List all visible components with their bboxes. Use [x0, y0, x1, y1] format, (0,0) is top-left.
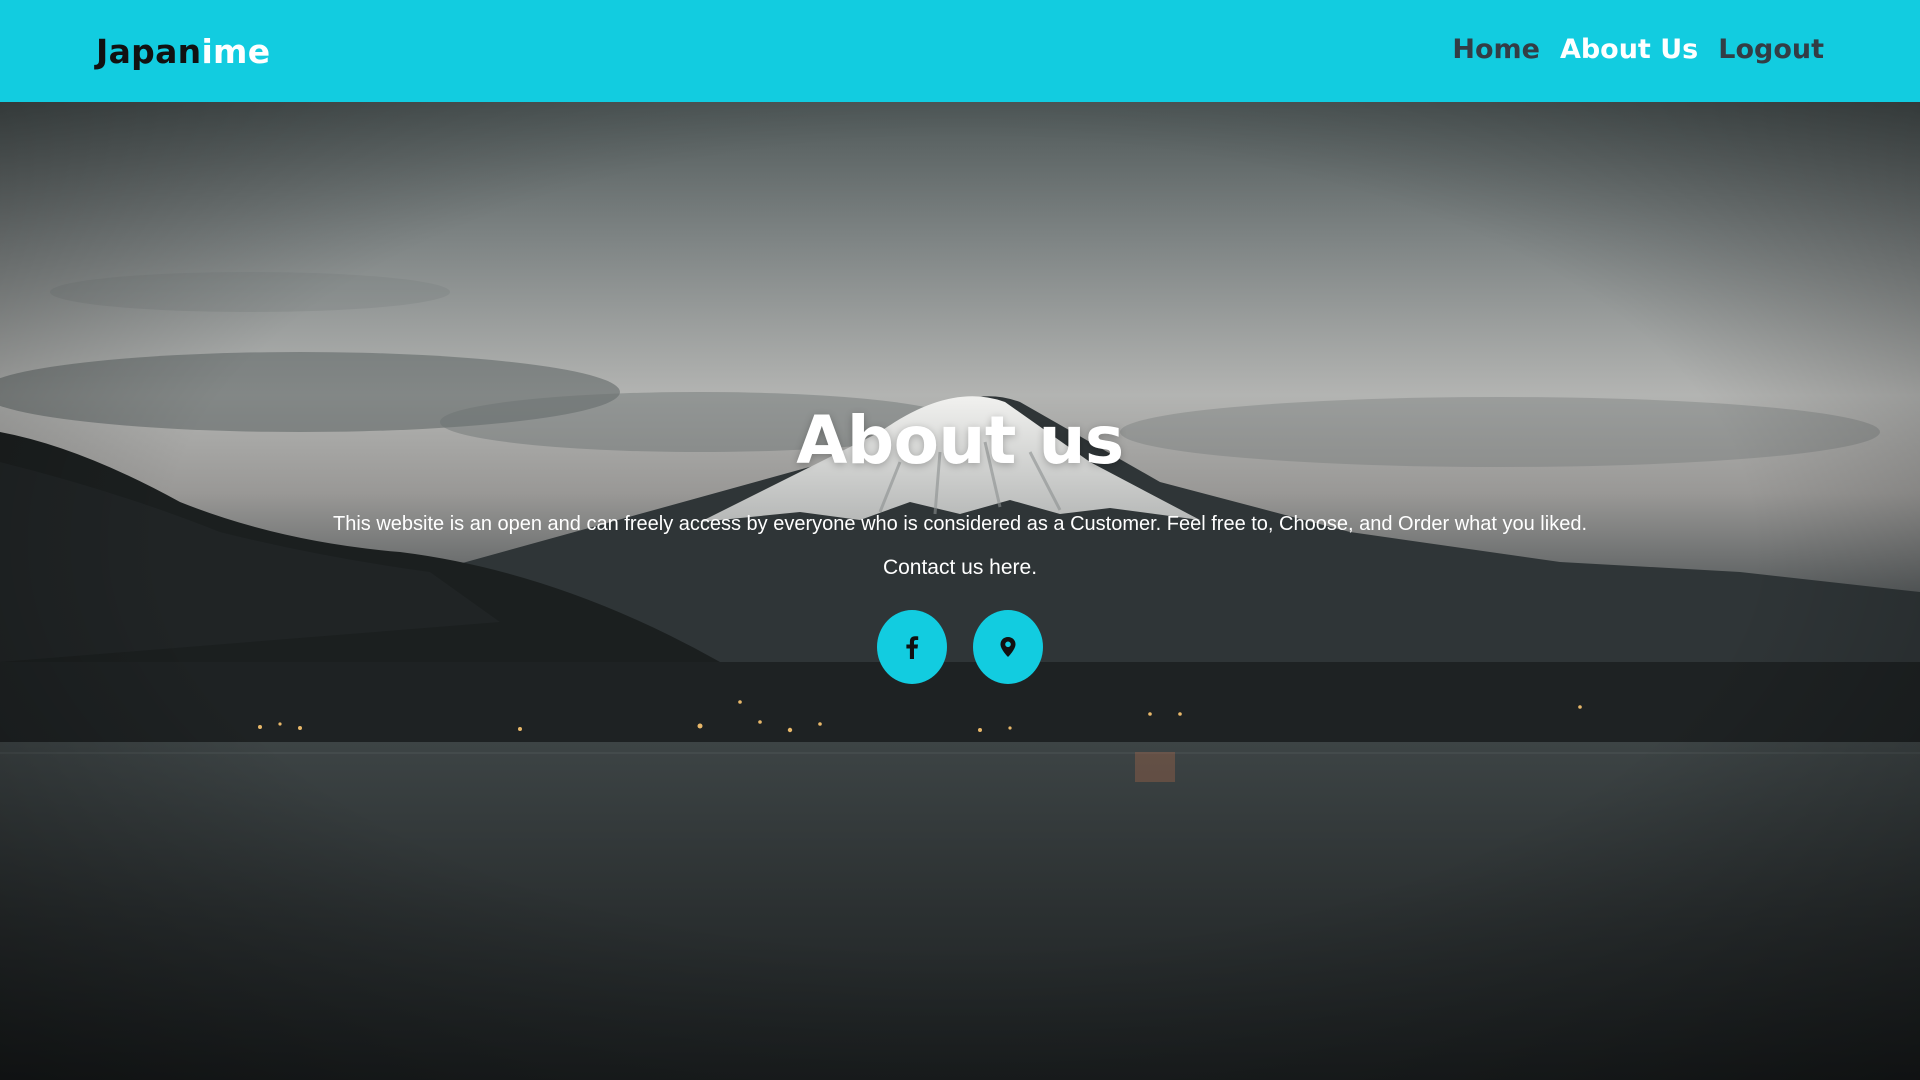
- location-button[interactable]: [973, 610, 1043, 684]
- facebook-button[interactable]: [877, 610, 947, 684]
- brand-name-part2: ime: [201, 31, 271, 71]
- brand-name-part1: Japan: [96, 31, 202, 71]
- hero-content: About us This website is an open and can…: [0, 402, 1920, 684]
- map-pin-icon: [1000, 637, 1016, 657]
- hero-section: About us This website is an open and can…: [0, 102, 1920, 1080]
- nav-links: Home About Us Logout: [1452, 34, 1824, 65]
- contact-text: Contact us here.: [882, 556, 1038, 579]
- nav-logout-link[interactable]: Logout: [1718, 34, 1824, 65]
- navbar: Japanime Home About Us Logout: [0, 0, 1920, 102]
- nav-home-link[interactable]: Home: [1452, 34, 1540, 65]
- brand-logo[interactable]: Japanime: [96, 32, 270, 71]
- page-title: About us: [796, 402, 1124, 479]
- facebook-icon: [906, 636, 919, 659]
- nav-about-us-link[interactable]: About Us: [1560, 34, 1698, 65]
- social-buttons: [0, 610, 1920, 684]
- about-description: This website is an open and can freely a…: [333, 513, 1587, 535]
